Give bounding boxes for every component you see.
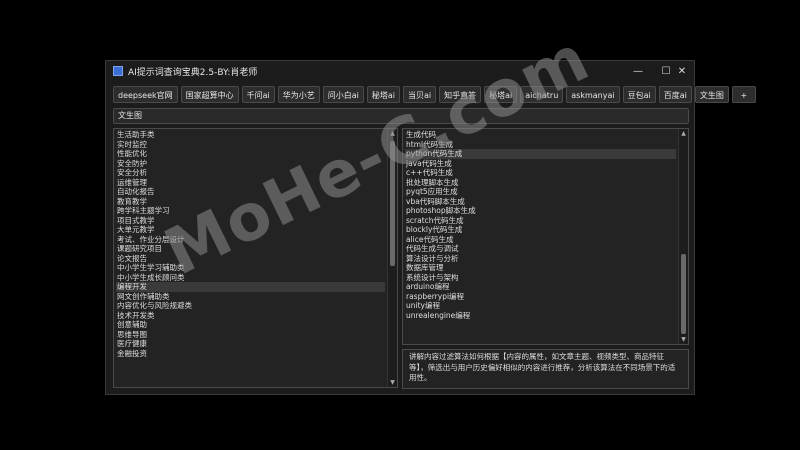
close-button[interactable]: ✕ — [668, 61, 696, 81]
prompt-description: 讲解内容过滤算法如何根据【内容的属性，如文章主题、视频类型、商品特征等】，筛选出… — [402, 349, 689, 389]
list-item[interactable]: blockly代码生成 — [405, 225, 676, 235]
list-item[interactable]: 考试、作业分层设计 — [116, 235, 385, 245]
title-bar[interactable]: AI提示词查询宝典2.5-BY:肖老师 — ☐ ✕ — [106, 61, 694, 81]
tab-askmanyai[interactable]: askmanyai — [566, 86, 620, 103]
app-window: AI提示词查询宝典2.5-BY:肖老师 — ☐ ✕ deepseek官网 国家超… — [105, 60, 756, 395]
list-item[interactable]: vba代码脚本生成 — [405, 197, 676, 207]
tab-dangbei[interactable]: 当贝ai — [403, 86, 437, 103]
tab-deepseek[interactable]: deepseek官网 — [113, 86, 178, 103]
list-item[interactable]: 自动化报告 — [116, 187, 385, 197]
tab-zhihu-zhida[interactable]: 知乎直答 — [439, 86, 482, 103]
list-item[interactable]: 思维导图 — [116, 330, 385, 340]
list-item[interactable]: java代码生成 — [405, 159, 676, 169]
list-item[interactable]: 内容优化与风险规避类 — [116, 301, 385, 311]
scroll-up-icon[interactable]: ▲ — [679, 129, 688, 138]
category-list[interactable]: 生活助手类 实时监控 性能优化 安全防护 安全分析 运维管理 自动化报告 教育教学 跨学科主题学… — [116, 130, 385, 387]
list-item[interactable]: 大单元教学 — [116, 225, 385, 235]
scroll-up-icon[interactable]: ▲ — [388, 129, 397, 138]
prompt-list-panel: 生成代码 html代码生成 python代码生成 java代码生成 c++代码生成 批处理… — [402, 128, 689, 345]
list-item[interactable]: c++代码生成 — [405, 168, 676, 178]
window-title: AI提示词查询宝典2.5-BY:肖老师 — [128, 67, 258, 78]
tab-baidu[interactable]: 百度ai — [658, 86, 692, 103]
list-item[interactable]: 论文报告 — [116, 254, 385, 264]
category-list-scrollbar[interactable]: ▲ ▼ — [387, 129, 397, 387]
list-item[interactable]: 生活助手类 — [116, 130, 385, 140]
list-item[interactable]: 安全防护 — [116, 159, 385, 169]
list-item[interactable]: 项目式教学 — [116, 216, 385, 226]
list-item[interactable]: 课题研究项目 — [116, 244, 385, 254]
list-item[interactable]: 数据库管理 — [405, 263, 676, 273]
tab-aichatru[interactable]: aichatru — [520, 86, 564, 103]
list-item[interactable]: scratch代码生成 — [405, 216, 676, 226]
list-item[interactable]: unity编程 — [405, 301, 676, 311]
scroll-down-icon[interactable]: ▼ — [388, 378, 397, 387]
list-item[interactable]: photoshop脚本生成 — [405, 206, 676, 216]
list-item[interactable]: 中小学生学习辅助类 — [116, 263, 385, 273]
tab-text-to-image[interactable]: 文生图 — [694, 86, 729, 103]
list-item[interactable]: html代码生成 — [405, 140, 676, 150]
tab-wenxiaobai[interactable]: 问小白ai — [322, 86, 364, 103]
list-item[interactable]: 算法设计与分析 — [405, 254, 676, 264]
prompt-list[interactable]: 生成代码 html代码生成 python代码生成 java代码生成 c++代码生成 批处理… — [405, 130, 676, 344]
list-item[interactable]: 代码生成与调试 — [405, 244, 676, 254]
list-item[interactable]: 生成代码 — [405, 130, 676, 140]
list-item[interactable]: 安全分析 — [116, 168, 385, 178]
list-item[interactable]: 技术开发类 — [116, 311, 385, 321]
list-item[interactable]: arduino编程 — [405, 282, 676, 292]
tab-qianwen[interactable]: 千问ai — [241, 86, 275, 103]
list-item[interactable]: python代码生成 — [405, 149, 676, 159]
list-item[interactable]: 教育教学 — [116, 197, 385, 207]
list-item[interactable]: raspberrypi编程 — [405, 292, 676, 302]
list-item[interactable]: pyqt5应用生成 — [405, 187, 676, 197]
list-item[interactable]: 医疗健康 — [116, 339, 385, 349]
prompt-list-scrollbar[interactable]: ▲ ▼ — [678, 129, 688, 344]
list-item[interactable]: 实时监控 — [116, 140, 385, 150]
tab-huawei-xiaoyi[interactable]: 华为小艺 — [277, 86, 320, 103]
list-item[interactable]: 网文创作辅助类 — [116, 292, 385, 302]
scrollbar-thumb[interactable] — [390, 141, 395, 266]
list-item[interactable]: 创意辅助 — [116, 320, 385, 330]
tab-mita[interactable]: 秘塔ai — [366, 86, 401, 103]
list-item[interactable]: 跨学科主题学习 — [116, 206, 385, 216]
app-icon — [113, 66, 123, 76]
category-list-panel: 生活助手类 实时监控 性能优化 安全防护 安全分析 运维管理 自动化报告 教育教学 跨学科主题学… — [113, 128, 398, 388]
list-item[interactable]: 金融投资 — [116, 349, 385, 359]
scroll-down-icon[interactable]: ▼ — [679, 335, 688, 344]
list-item[interactable]: 中小学生成长顾问类 — [116, 273, 385, 283]
current-category-field[interactable]: 文生图 — [113, 108, 689, 124]
list-item[interactable]: 运维管理 — [116, 178, 385, 188]
list-item[interactable]: alice代码生成 — [405, 235, 676, 245]
list-item[interactable]: 性能优化 — [116, 149, 385, 159]
tab-mita-2[interactable]: 秘塔ai — [484, 86, 518, 103]
list-item[interactable]: 系统设计与架构 — [405, 273, 676, 283]
list-item[interactable]: 编程开发 — [116, 282, 385, 292]
tab-national-supercomputing[interactable]: 国家超算中心 — [180, 86, 239, 103]
site-tab-bar: deepseek官网 国家超算中心 千问ai 华为小艺 问小白ai 秘塔ai 当… — [113, 86, 756, 103]
list-item[interactable]: unrealengine编程 — [405, 311, 676, 321]
tab-doubao[interactable]: 豆包ai — [622, 86, 656, 103]
minimize-button[interactable]: — — [624, 61, 652, 81]
add-tab-button[interactable]: + — [731, 86, 756, 103]
scrollbar-thumb[interactable] — [681, 254, 686, 334]
list-item[interactable]: 批处理脚本生成 — [405, 178, 676, 188]
